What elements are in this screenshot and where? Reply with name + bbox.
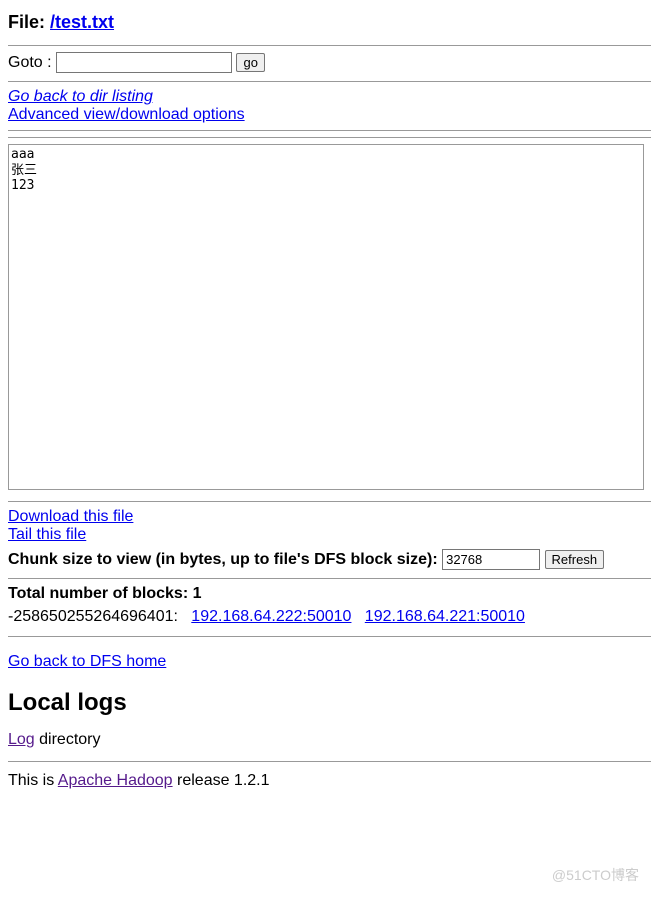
log-link[interactable]: Log	[8, 731, 35, 748]
goto-row: Goto : go	[8, 52, 651, 73]
goto-label: Goto :	[8, 54, 56, 71]
file-prefix: File:	[8, 12, 50, 32]
block-row: -258650255264696401: 192.168.64.222:5001…	[8, 608, 651, 626]
dfs-home-link[interactable]: Go back to DFS home	[8, 653, 166, 670]
replica-link-1[interactable]: 192.168.64.222:50010	[191, 608, 351, 625]
download-file-link[interactable]: Download this file	[8, 508, 133, 525]
back-dir-link[interactable]: Go back to dir listing	[8, 88, 153, 105]
download-links: Download this file Tail this file	[8, 508, 651, 544]
watermark: @51CTO博客	[552, 865, 639, 885]
divider	[8, 636, 651, 637]
log-directory-row: Log directory	[8, 731, 651, 749]
chunk-label: Chunk size to view (in bytes, up to file…	[8, 551, 442, 568]
divider	[8, 81, 651, 82]
refresh-button[interactable]: Refresh	[545, 550, 605, 569]
chunk-size-input[interactable]	[442, 549, 540, 570]
file-contents[interactable]	[8, 144, 644, 490]
tail-file-link[interactable]: Tail this file	[8, 526, 86, 543]
chunk-row: Chunk size to view (in bytes, up to file…	[8, 549, 651, 570]
divider	[8, 501, 651, 502]
go-button[interactable]: go	[236, 53, 264, 72]
blocks-count-label: Total number of blocks: 1	[8, 585, 202, 602]
replica-link-2[interactable]: 192.168.64.221:50010	[365, 608, 525, 625]
divider	[8, 45, 651, 46]
divider	[8, 137, 651, 138]
local-logs-heading: Local logs	[8, 689, 651, 717]
goto-input[interactable]	[56, 52, 232, 73]
divider	[8, 578, 651, 579]
nav-links: Go back to dir listing Advanced view/dow…	[8, 88, 651, 124]
block-id: -258650255264696401:	[8, 608, 178, 625]
apache-hadoop-link[interactable]: Apache Hadoop	[58, 772, 173, 789]
page-title: File: /test.txt	[8, 12, 651, 33]
footer: This is Apache Hadoop release 1.2.1	[8, 772, 651, 790]
blocks-section: Total number of blocks: 1	[8, 585, 651, 603]
footer-prefix: This is	[8, 772, 58, 789]
footer-suffix: release 1.2.1	[173, 772, 270, 789]
directory-text: directory	[35, 731, 101, 748]
file-path-link[interactable]: /test.txt	[50, 12, 114, 32]
dfs-home-row: Go back to DFS home	[8, 653, 651, 671]
advanced-view-link[interactable]: Advanced view/download options	[8, 106, 245, 123]
divider	[8, 761, 651, 762]
divider	[8, 130, 651, 131]
